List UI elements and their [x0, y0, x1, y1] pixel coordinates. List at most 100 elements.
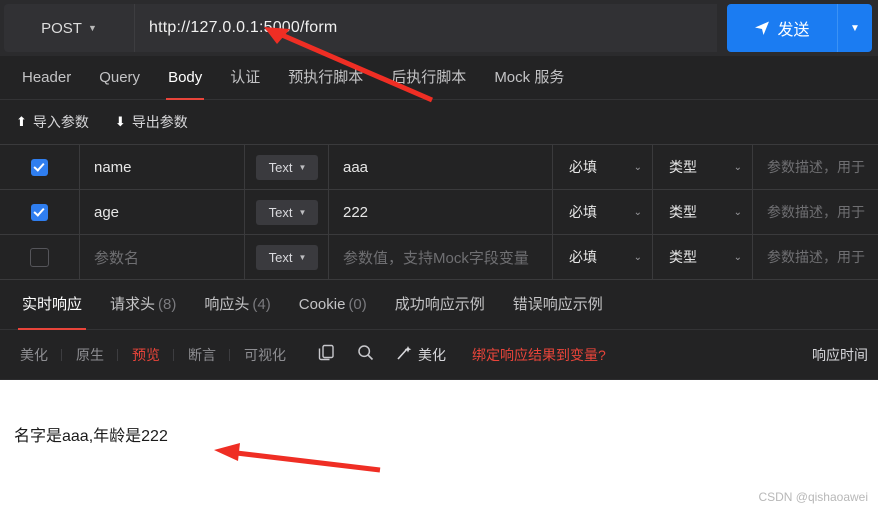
chevron-down-icon: ⌄ — [633, 161, 642, 173]
param-name-value: age — [94, 203, 120, 221]
tab-label: Cookie — [298, 295, 346, 313]
tab-live-response[interactable]: 实时响应 — [8, 280, 96, 330]
tab-count: (8) — [158, 295, 177, 313]
param-type-select[interactable]: Text ▼ — [245, 235, 329, 279]
bind-response-variable-link[interactable]: 绑定响应结果到变量? — [472, 345, 606, 365]
param-desc-input[interactable]: 参数描述，用于 — [753, 235, 878, 279]
param-required-select[interactable]: 必填 ⌄ — [553, 145, 653, 189]
param-name-input[interactable]: 参数名 — [80, 235, 245, 279]
tab-mock-service[interactable]: Mock 服务 — [480, 56, 578, 100]
param-required-label: 必填 — [569, 249, 597, 265]
param-type-button: Text ▼ — [255, 244, 318, 270]
chevron-down-icon: ⌄ — [733, 251, 742, 263]
tab-auth[interactable]: 认证 — [216, 56, 274, 100]
param-name-input[interactable]: name — [80, 145, 245, 189]
param-value-input[interactable]: aaa — [329, 145, 553, 189]
response-tool-icons: 美化 — [318, 344, 446, 366]
chevron-down-icon: ⌄ — [633, 206, 642, 218]
row-enable-checkbox[interactable] — [0, 235, 80, 279]
url-input[interactable]: http://127.0.0.1:5000/form — [135, 4, 717, 52]
tab-cookie[interactable]: Cookie (0) — [285, 280, 381, 330]
view-mode-beautify[interactable]: 美化 — [6, 345, 62, 365]
params-toolbar: ⬆ 导入参数 ⬇ 导出参数 — [0, 100, 878, 144]
import-params-label: 导入参数 — [32, 114, 89, 130]
param-kind-select[interactable]: 类型 ⌄ — [653, 190, 753, 234]
paper-plane-icon — [754, 20, 770, 36]
param-kind-select[interactable]: 类型 ⌄ — [653, 145, 753, 189]
import-params-button[interactable]: ⬆ 导入参数 — [16, 112, 89, 132]
param-type-label: Text — [268, 249, 293, 265]
response-time-label: 响应时间 — [812, 345, 878, 365]
param-value-input[interactable]: 参数值，支持Mock字段变量 — [329, 235, 553, 279]
param-kind-label: 类型 — [669, 204, 697, 220]
request-bar: POST ▼ http://127.0.0.1:5000/form 发送 ▼ — [0, 0, 878, 56]
response-body: 名字是aaa,年龄是222 CSDN @qishaoawei — [0, 380, 878, 510]
param-value-text: aaa — [343, 158, 369, 176]
param-type-label: Text — [268, 204, 293, 220]
tab-label: 成功响应示例 — [394, 295, 485, 313]
param-type-select[interactable]: Text ▼ — [245, 190, 329, 234]
send-button[interactable]: 发送 — [727, 4, 837, 52]
beautify-button[interactable]: 美化 — [396, 345, 446, 365]
copy-icon[interactable] — [318, 344, 335, 366]
chevron-down-icon: ▼ — [298, 207, 307, 217]
param-desc-input[interactable]: 参数描述，用于 — [753, 190, 878, 234]
search-icon[interactable] — [357, 344, 374, 366]
param-kind-label: 类型 — [669, 159, 697, 175]
http-method-label: POST — [41, 19, 82, 37]
param-required-select[interactable]: 必填 ⌄ — [553, 190, 653, 234]
tab-response-headers[interactable]: 响应头 (4) — [190, 280, 284, 330]
param-type-select[interactable]: Text ▼ — [245, 145, 329, 189]
request-tabs: Header Query Body 认证 预执行脚本 后执行脚本 Mock 服务 — [0, 56, 878, 100]
send-options-button[interactable]: ▼ — [837, 4, 872, 52]
view-mode-raw[interactable]: 原生 — [62, 345, 118, 365]
tab-post-script[interactable]: 后执行脚本 — [377, 56, 480, 100]
segment-label: 预览 — [132, 346, 160, 363]
tab-count: (0) — [348, 295, 367, 313]
tab-header[interactable]: Header — [8, 56, 85, 100]
segment-label: 原生 — [76, 346, 104, 363]
tab-request-headers[interactable]: 请求头 (8) — [96, 280, 190, 330]
param-name-placeholder: 参数名 — [94, 249, 140, 267]
tab-body[interactable]: Body — [154, 56, 216, 100]
row-enable-checkbox[interactable] — [0, 145, 80, 189]
param-required-label: 必填 — [569, 159, 597, 175]
segment-label: 美化 — [20, 346, 48, 363]
params-table: name Text ▼ aaa 必填 ⌄ 类型 ⌄ 参数描述，用于 age Te… — [0, 144, 878, 280]
watermark: CSDN @qishaoawei — [758, 490, 868, 504]
tab-label: Query — [99, 68, 141, 86]
tab-label: 响应头 — [204, 295, 250, 313]
row-enable-checkbox[interactable] — [0, 190, 80, 234]
tab-label: 实时响应 — [22, 295, 83, 313]
tab-pre-script[interactable]: 预执行脚本 — [274, 56, 377, 100]
table-row: 参数名 Text ▼ 参数值，支持Mock字段变量 必填 ⌄ 类型 ⌄ 参数描述… — [0, 235, 878, 280]
view-mode-preview[interactable]: 预览 — [118, 345, 174, 365]
arrow-down-icon: ⬇ — [114, 114, 126, 129]
table-row: age Text ▼ 222 必填 ⌄ 类型 ⌄ 参数描述，用于 — [0, 190, 878, 235]
param-value-input[interactable]: 222 — [329, 190, 553, 234]
segment-label: 可视化 — [244, 346, 286, 363]
arrow-up-icon: ⬆ — [16, 114, 27, 129]
view-mode-assert[interactable]: 断言 — [174, 345, 230, 365]
checkbox-unchecked-icon — [30, 247, 49, 267]
view-mode-visualize[interactable]: 可视化 — [230, 345, 300, 365]
param-kind-select[interactable]: 类型 ⌄ — [653, 235, 753, 279]
http-method-select[interactable]: POST ▼ — [4, 4, 135, 52]
wand-icon — [396, 345, 412, 364]
chevron-down-icon: ▼ — [850, 22, 860, 34]
tab-success-example[interactable]: 成功响应示例 — [381, 280, 499, 330]
response-time-text: 响应时间 — [812, 346, 868, 363]
checkbox-checked-icon — [31, 158, 48, 176]
checkbox-checked-icon — [31, 203, 48, 221]
export-params-button[interactable]: ⬇ 导出参数 — [115, 112, 188, 132]
chevron-down-icon: ⌄ — [733, 161, 742, 173]
param-type-button: Text ▼ — [255, 154, 318, 180]
bind-response-variable-label: 绑定响应结果到变量? — [472, 346, 606, 363]
tab-label: 认证 — [230, 68, 261, 86]
param-desc-input[interactable]: 参数描述，用于 — [753, 145, 878, 189]
tab-query[interactable]: Query — [85, 56, 154, 100]
chevron-down-icon: ▼ — [298, 162, 307, 172]
param-name-input[interactable]: age — [80, 190, 245, 234]
param-required-select[interactable]: 必填 ⌄ — [553, 235, 653, 279]
tab-error-example[interactable]: 错误响应示例 — [499, 280, 617, 330]
